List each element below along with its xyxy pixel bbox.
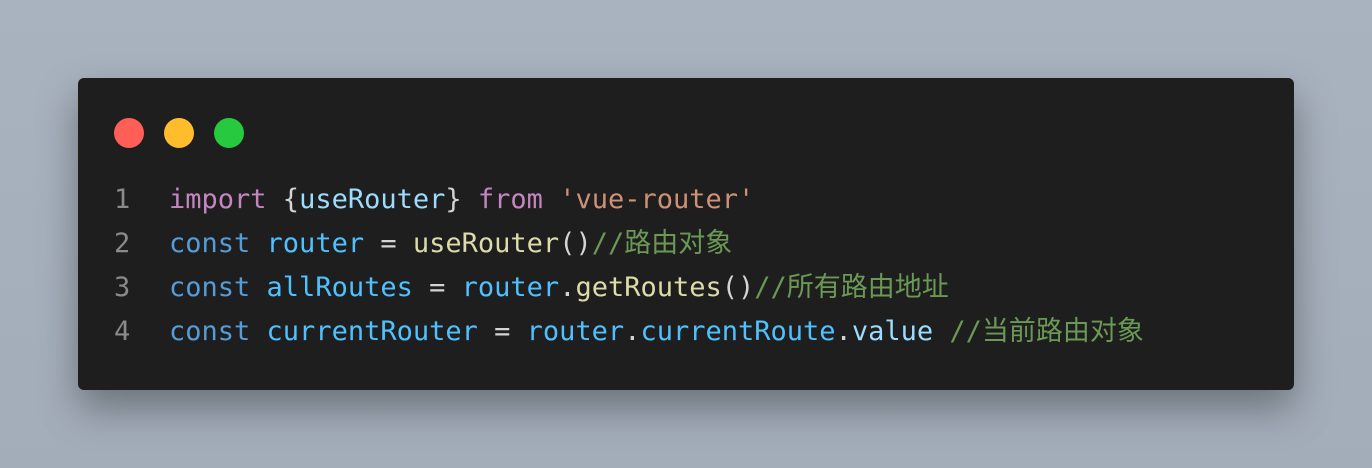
code-token: = [412,272,462,303]
line-number: 3 [114,272,131,303]
code-token: { [266,184,300,215]
line-number: 2 [114,228,131,259]
code-token: //所有路由地址 [754,272,949,303]
code-token: useRouter [299,184,446,215]
code-window: 1 import {useRouter} from 'vue-router' 2 co… [78,78,1294,390]
code-token: () [721,272,755,303]
code-token: router [526,316,625,347]
code-token: = [364,228,413,259]
code-token: } [445,184,478,215]
code-token: useRouter [412,228,560,259]
code-token: () [559,228,592,259]
code-line: 3 const allRoutes = router.getRoutes()//所… [78,266,1294,310]
code-token: const [169,272,251,303]
close-dot[interactable] [114,118,144,148]
code-token: . [559,272,576,303]
code-token: allRoutes [266,272,413,303]
line-content: import {useRouter} from 'vue-router' [169,178,754,222]
code-token: . [835,316,852,347]
code-line: 1 import {useRouter} from 'vue-router' [78,178,1294,222]
code-token: from [477,184,543,215]
code-token: router [461,272,560,303]
code-token: import [169,184,267,215]
code-token: const [169,316,251,347]
line-number: 1 [114,184,131,215]
line-content: const currentRouter = router.currentRout… [169,310,1144,354]
code-token: 'vue-router' [559,184,755,215]
code-token: value [851,316,934,347]
code-token: currentRouter [266,316,478,347]
code-token: //路由对象 [591,228,733,259]
minimize-dot[interactable] [164,118,194,148]
code-token: getRoutes [575,272,722,303]
code-token: router [266,228,365,259]
code-line: 4 const currentRouter = router.currentRou… [78,310,1294,354]
line-number: 4 [114,316,131,347]
code-block: 1 import {useRouter} from 'vue-router' 2 co… [78,178,1294,354]
line-content: const router = useRouter()//路由对象 [169,222,732,266]
maximize-dot[interactable] [214,118,244,148]
code-token: const [169,228,251,259]
line-content: const allRoutes = router.getRoutes()//所有… [169,266,949,310]
code-token: currentRoute [640,316,836,347]
code-token: . [624,316,641,347]
code-token: = [477,316,527,347]
code-token: //当前路由对象 [949,316,1144,347]
code-line: 2 const router = useRouter()//路由对象 [78,222,1294,266]
